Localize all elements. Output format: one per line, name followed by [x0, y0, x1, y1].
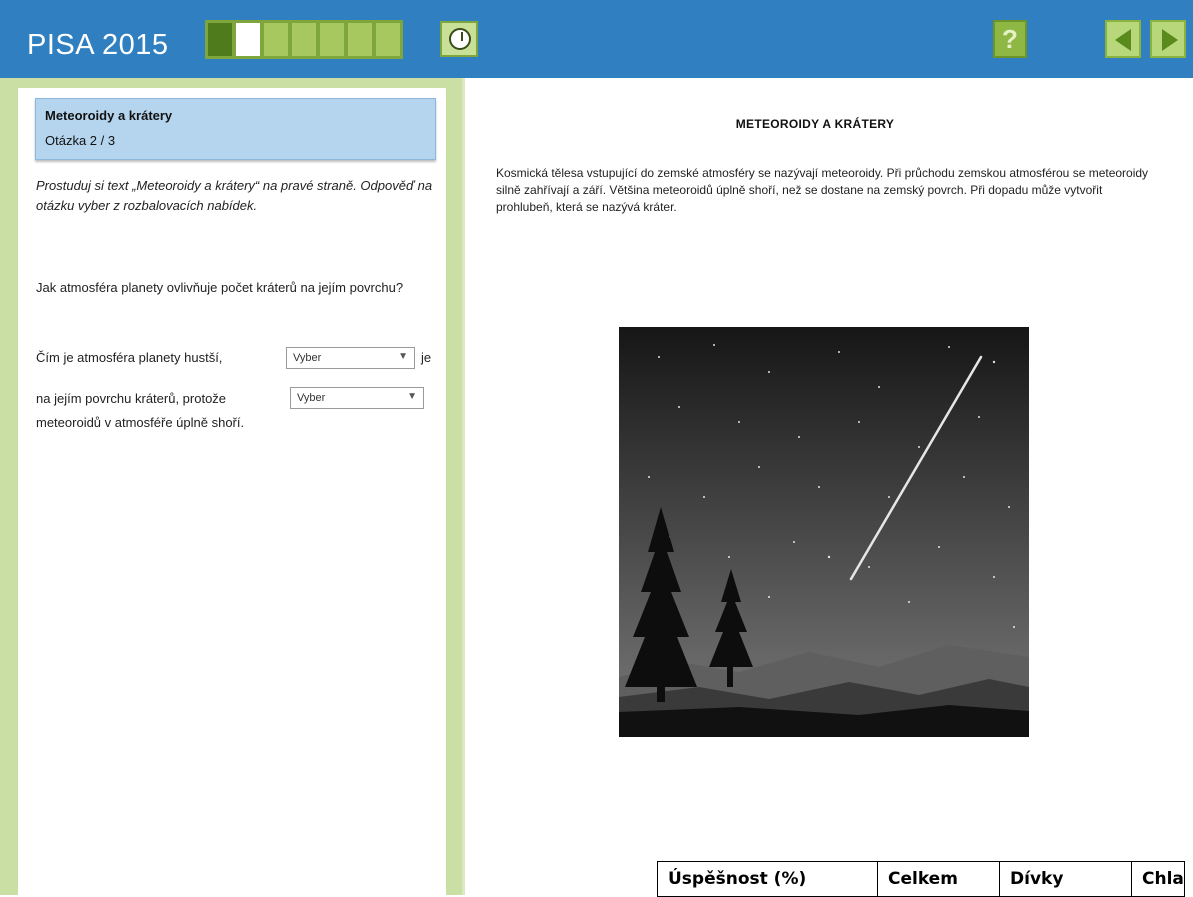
clock-icon — [449, 28, 471, 50]
dropdown-2-value: Vyber — [297, 392, 326, 404]
dropdown-2[interactable]: Vyber ▼ — [290, 387, 424, 409]
panel-divider — [462, 78, 465, 895]
stimulus-text: Kosmická tělesa vstupující do zemské atm… — [496, 166, 1149, 214]
chevron-down-icon: ▼ — [398, 351, 408, 362]
arrow-left-icon — [1115, 29, 1131, 51]
dropdown-1-value: Vyber — [293, 352, 322, 364]
dropdown-1[interactable]: Vyber ▼ — [286, 347, 415, 369]
answer-text-2: je — [421, 350, 432, 365]
app-title: PISA 2015 — [27, 29, 169, 61]
progress-segment — [348, 23, 372, 56]
top-bar: PISA 2015 ? — [0, 0, 1193, 78]
next-button[interactable] — [1150, 20, 1186, 58]
help-button[interactable]: ? — [993, 20, 1027, 58]
answer-text-4: meteoroidů v atmosféře úplně shoří. — [36, 415, 245, 430]
progress-segment — [208, 23, 232, 56]
question-text: Jak atmosféra planety ovlivňuje počet kr… — [36, 280, 404, 295]
clock-button[interactable] — [440, 21, 478, 57]
arrow-right-icon — [1162, 29, 1178, 51]
progress-segment — [320, 23, 344, 56]
table-header-cell: Úspěšnost (%) — [657, 861, 878, 897]
table-header-cell: Celkem — [877, 861, 1000, 897]
results-table: Úspěšnost (%) Celkem Dívky Chla — [657, 861, 1185, 897]
previous-button[interactable] — [1105, 20, 1141, 58]
progress-segment — [292, 23, 316, 56]
question-header: Meteoroidy a krátery Otázka 2 / 3 — [35, 98, 436, 160]
unit-title: Meteoroidy a krátery — [45, 108, 173, 123]
table-header-row: Úspěšnost (%) Celkem Dívky Chla — [657, 861, 1185, 897]
question-number: Otázka 2 / 3 — [45, 133, 116, 148]
help-icon: ? — [1002, 24, 1018, 54]
chevron-down-icon: ▼ — [407, 391, 417, 402]
progress-indicator — [205, 20, 403, 59]
progress-segment — [264, 23, 288, 56]
table-header-cell: Chla — [1131, 861, 1185, 897]
table-header-cell: Dívky — [999, 861, 1132, 897]
meteor-night-sky-image — [619, 327, 1029, 737]
progress-segment — [376, 23, 400, 56]
progress-segment-current — [236, 23, 260, 56]
answer-text-1: Čím je atmosféra planety hustší, — [36, 350, 223, 365]
stimulus-title: METEOROIDY A KRÁTERY — [735, 117, 895, 131]
instructions-text: Prostuduj si text „Meteoroidy a krátery“… — [36, 178, 433, 213]
answer-text-3: na jejím povrchu kráterů, protože — [36, 391, 227, 406]
